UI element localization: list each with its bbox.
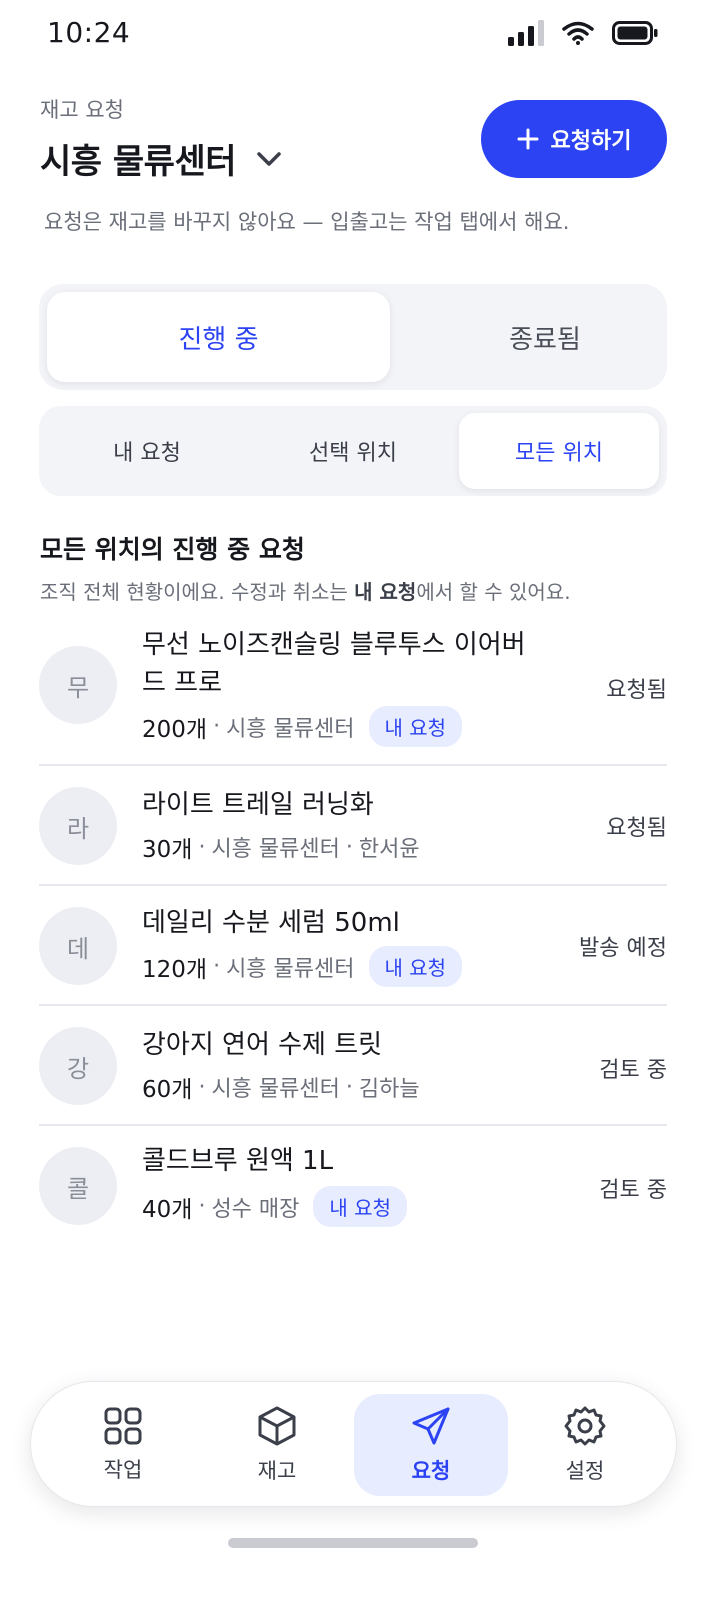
item-quantity: 40개 <box>142 1196 193 1223</box>
new-request-button[interactable]: 요청하기 <box>481 100 667 178</box>
page-eyebrow: 재고 요청 <box>40 98 124 122</box>
item-name: 무선 노이즈캔슬링 블루투스 이어버드 프로 <box>142 630 526 698</box>
item-initial-avatar: 강 <box>39 1027 117 1105</box>
signal-icon <box>508 20 544 46</box>
grid-icon <box>104 1407 142 1445</box>
location-selector[interactable]: 시흥 물류센터 <box>40 134 282 183</box>
item-location: 시흥 물류센터 <box>226 956 355 982</box>
item-meta: 30개 · 시흥 물류센터 · 한서윤 <box>142 830 420 864</box>
item-location: 성수 매장 <box>211 1196 300 1222</box>
page-title: 시흥 물류센터 <box>40 142 237 182</box>
header-note: 요청은 재고를 바꾸지 않아요 — 입출고는 작업 탭에서 해요. <box>44 210 570 234</box>
request-row[interactable]: 콜 콜드브루 원액 1L 40개 · 성수 매장 내 요청 검토 중 <box>39 1126 667 1246</box>
tab-work[interactable]: 작업 <box>46 1394 200 1496</box>
tab-settings-label: 설정 <box>565 1459 605 1483</box>
status-label: 검토 중 <box>599 1178 667 1203</box>
item-initial-avatar: 콜 <box>39 1147 117 1225</box>
item-name: 콜드브루 원액 1L <box>142 1146 334 1176</box>
status-label: 검토 중 <box>599 1058 667 1083</box>
item-quantity: 60개 <box>142 1077 193 1103</box>
status-label: 발송 예정 <box>579 936 667 961</box>
item-initial-avatar: 무 <box>39 646 117 724</box>
scope-mine[interactable]: 내 요청 <box>47 413 247 489</box>
tab-in-progress[interactable]: 진행 중 <box>47 292 390 382</box>
tab-closed[interactable]: 종료됨 <box>390 292 700 382</box>
wifi-icon <box>562 21 594 45</box>
tab-work-label: 작업 <box>103 1458 143 1482</box>
item-name: 데일리 수분 세럼 50ml <box>142 908 400 938</box>
bottom-tab-bar: 작업 재고 요청 설정 <box>30 1381 677 1507</box>
item-meta: 200개 · 시흥 물류센터 내 요청 <box>142 706 463 747</box>
status-segmented-control: 진행 중 종료됨 <box>39 284 667 390</box>
tab-requests-label: 요청 <box>411 1459 451 1483</box>
tab-settings[interactable]: 설정 <box>508 1394 662 1496</box>
home-indicator <box>228 1538 478 1548</box>
item-location: 시흥 물류센터 <box>211 837 340 862</box>
item-quantity: 200개 <box>142 716 208 743</box>
item-quantity: 120개 <box>142 956 208 983</box>
chevron-down-icon <box>257 151 281 166</box>
plus-icon <box>517 128 539 150</box>
section-description: 조직 전체 현황이에요. 수정과 취소는 내 요청에서 할 수 있어요. <box>40 580 571 604</box>
item-location: 시흥 물류센터 <box>211 1077 340 1102</box>
request-row[interactable]: 무 무선 노이즈캔슬링 블루투스 이어버드 프로 200개 · 시흥 물류센터 … <box>39 624 667 766</box>
item-meta: 40개 · 성수 매장 내 요청 <box>142 1186 407 1227</box>
my-request-badge: 내 요청 <box>368 706 463 747</box>
item-requester: 한서윤 <box>358 837 420 862</box>
item-name: 라이트 트레일 러닝화 <box>142 790 374 820</box>
send-icon <box>412 1407 450 1445</box>
scope-selected-location[interactable]: 선택 위치 <box>251 413 455 489</box>
tab-inventory-label: 재고 <box>257 1459 297 1483</box>
item-name: 강아지 연어 수제 트릿 <box>142 1030 383 1060</box>
item-meta: 120개 · 시흥 물류센터 내 요청 <box>142 946 463 987</box>
item-initial-avatar: 데 <box>39 907 117 985</box>
scope-all-locations[interactable]: 모든 위치 <box>459 413 659 489</box>
item-initial-avatar: 라 <box>39 787 117 865</box>
status-icons <box>508 20 658 46</box>
section-title: 모든 위치의 진행 중 요청 <box>40 535 305 564</box>
status-label: 요청됨 <box>606 816 667 841</box>
my-request-badge: 내 요청 <box>368 946 463 987</box>
my-request-badge: 내 요청 <box>313 1186 407 1227</box>
battery-icon <box>612 21 658 45</box>
status-bar: 10:24 <box>0 0 720 70</box>
gear-icon <box>564 1406 606 1446</box>
new-request-label: 요청하기 <box>550 129 632 154</box>
request-list: 무 무선 노이즈캔슬링 블루투스 이어버드 프로 200개 · 시흥 물류센터 … <box>39 624 667 1246</box>
item-meta: 60개 · 시흥 물류센터 · 김하늘 <box>142 1070 420 1104</box>
request-row[interactable]: 데 데일리 수분 세럼 50ml 120개 · 시흥 물류센터 내 요청 발송 … <box>39 886 667 1006</box>
request-row[interactable]: 라 라이트 트레일 러닝화 30개 · 시흥 물류센터 · 한서윤 요청됨 <box>39 766 667 886</box>
tab-inventory[interactable]: 재고 <box>200 1394 354 1496</box>
box-icon <box>258 1406 296 1446</box>
tab-requests[interactable]: 요청 <box>354 1394 508 1496</box>
status-time: 10:24 <box>47 16 131 49</box>
status-label: 요청됨 <box>606 678 667 703</box>
item-quantity: 30개 <box>142 837 193 863</box>
item-requester: 김하늘 <box>358 1077 420 1102</box>
item-location: 시흥 물류센터 <box>226 716 355 742</box>
scope-segmented-control: 내 요청 선택 위치 모든 위치 <box>39 406 667 496</box>
request-row[interactable]: 강 강아지 연어 수제 트릿 60개 · 시흥 물류센터 · 김하늘 검토 중 <box>39 1006 667 1126</box>
